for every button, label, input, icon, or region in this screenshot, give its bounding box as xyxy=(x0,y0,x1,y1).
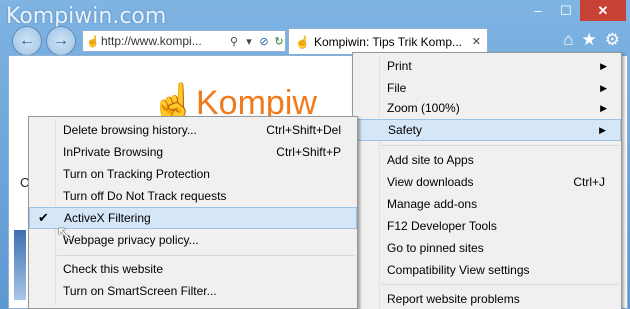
home-icon[interactable]: ⌂ xyxy=(563,30,573,50)
menu-item-label: F12 Developer Tools xyxy=(387,219,497,233)
tab-title: Kompiwin: Tips Trik Komp... xyxy=(313,34,462,49)
search-icon[interactable]: ⚲ xyxy=(228,35,240,48)
back-arrow-icon: ← xyxy=(19,32,35,49)
chevron-down-icon[interactable]: ▾ xyxy=(243,35,255,48)
menu-item-inprivate-browsing[interactable]: InPrivate Browsing Ctrl+Shift+P xyxy=(29,141,357,163)
menu-item-label: Delete browsing history... xyxy=(63,123,197,137)
page-icon: ☝ xyxy=(86,35,100,48)
mouse-pointer-icon: ↖ xyxy=(56,223,73,245)
menu-item-label: Manage add-ons xyxy=(387,197,478,211)
menu-item-label: Turn off Do Not Track requests xyxy=(63,189,227,203)
menu-item-label: Go to pinned sites xyxy=(387,241,484,255)
menu-item-shortcut: Ctrl+Shift+P xyxy=(276,145,341,159)
checkmark-icon: ✔ xyxy=(38,210,49,225)
menu-item-label: Add site to Apps xyxy=(387,153,474,167)
menu-item-print[interactable]: Print ▶ xyxy=(353,55,621,77)
menu-item-label: View downloads xyxy=(387,175,474,189)
menu-item-shortcut: Ctrl+Shift+Del xyxy=(266,123,341,137)
menu-item-compatibility-view-settings[interactable]: Compatibility View settings xyxy=(353,259,621,281)
gear-icon[interactable]: ⚙ xyxy=(605,30,620,50)
close-window-button[interactable]: ✕ xyxy=(580,0,626,21)
menu-separator xyxy=(381,284,619,285)
menu-item-delete-browsing-history[interactable]: Delete browsing history... Ctrl+Shift+Del xyxy=(29,119,357,141)
safety-submenu: Delete browsing history... Ctrl+Shift+Del… xyxy=(28,116,358,309)
maximize-button[interactable]: ☐ xyxy=(552,0,580,21)
refresh-icon[interactable]: ↻ xyxy=(273,35,285,48)
menu-item-label: Turn on SmartScreen Filter... xyxy=(63,284,217,298)
menu-item-label: Print xyxy=(387,59,412,73)
submenu-arrow-icon: ▶ xyxy=(600,60,607,71)
menu-item-label: Webpage privacy policy... xyxy=(63,233,199,247)
watermark: Kompiwin.com xyxy=(6,4,167,29)
menu-item-add-site-to-apps[interactable]: Add site to Apps xyxy=(353,149,621,171)
menu-item-label: Turn on Tracking Protection xyxy=(63,167,210,181)
submenu-arrow-icon: ▶ xyxy=(600,82,607,93)
menu-item-label: Compatibility View settings xyxy=(387,263,530,277)
url-text[interactable]: http://www.kompi... xyxy=(101,34,225,48)
menu-item-f12-developer-tools[interactable]: F12 Developer Tools xyxy=(353,215,621,237)
menu-item-shortcut: Ctrl+J xyxy=(573,175,605,189)
menu-item-go-to-pinned-sites[interactable]: Go to pinned sites xyxy=(353,237,621,259)
favorites-icon[interactable]: ★ xyxy=(582,30,597,50)
page-image-strip xyxy=(14,230,26,300)
menu-item-webpage-privacy-policy[interactable]: Webpage privacy policy... xyxy=(29,229,357,251)
submenu-arrow-icon: ▶ xyxy=(600,102,607,113)
tools-menu: Print ▶ File ▶ Zoom (100%) ▶ Safety ▶ Add si… xyxy=(352,52,622,309)
menu-item-activex-filtering[interactable]: ✔ ActiveX Filtering xyxy=(29,207,357,229)
menu-item-turn-on-tracking-protection[interactable]: Turn on Tracking Protection xyxy=(29,163,357,185)
submenu-arrow-icon: ▶ xyxy=(599,124,606,135)
browser-tab[interactable]: ☝ Kompiwin: Tips Trik Komp... ✕ xyxy=(288,28,488,54)
menu-item-zoom[interactable]: Zoom (100%) ▶ xyxy=(353,97,621,119)
address-bar[interactable]: ☝ http://www.kompi... ⚲ ▾ ⊘ ↻ xyxy=(82,30,286,52)
menu-item-file[interactable]: File ▶ xyxy=(353,77,621,99)
menu-item-check-this-website[interactable]: Check this website xyxy=(29,258,357,280)
menu-item-turn-off-do-not-track[interactable]: Turn off Do Not Track requests xyxy=(29,185,357,207)
menu-item-view-downloads[interactable]: View downloads Ctrl+J xyxy=(353,171,621,193)
forward-arrow-icon: → xyxy=(53,32,69,49)
forward-button[interactable]: → xyxy=(46,26,76,56)
menu-item-label: Zoom (100%) xyxy=(387,101,460,115)
menu-item-label: Check this website xyxy=(63,262,164,276)
menu-item-label: Report website problems xyxy=(387,292,520,306)
menu-item-report-website-problems[interactable]: Report website problems xyxy=(353,288,621,309)
menu-item-label: File xyxy=(387,81,407,95)
tab-close-icon[interactable]: ✕ xyxy=(472,35,481,48)
minimize-button[interactable]: – xyxy=(524,0,552,21)
menu-item-manage-add-ons[interactable]: Manage add-ons xyxy=(353,193,621,215)
back-button[interactable]: ← xyxy=(12,26,42,56)
menu-item-label: ActiveX Filtering xyxy=(64,211,151,225)
menu-item-label: InPrivate Browsing xyxy=(63,145,164,159)
menu-item-safety[interactable]: Safety ▶ xyxy=(353,119,621,141)
toolbar-icons: ⌂ ★ ⚙ xyxy=(563,30,620,50)
menu-item-turn-on-smartscreen[interactable]: Turn on SmartScreen Filter... xyxy=(29,280,357,302)
menu-separator xyxy=(381,145,619,146)
stop-icon[interactable]: ⊘ xyxy=(258,35,270,48)
tab-favicon-icon: ☝ xyxy=(295,34,310,49)
menu-separator xyxy=(57,255,355,256)
menu-item-label: Safety xyxy=(388,123,423,137)
window-controls: – ☐ ✕ xyxy=(524,0,626,22)
